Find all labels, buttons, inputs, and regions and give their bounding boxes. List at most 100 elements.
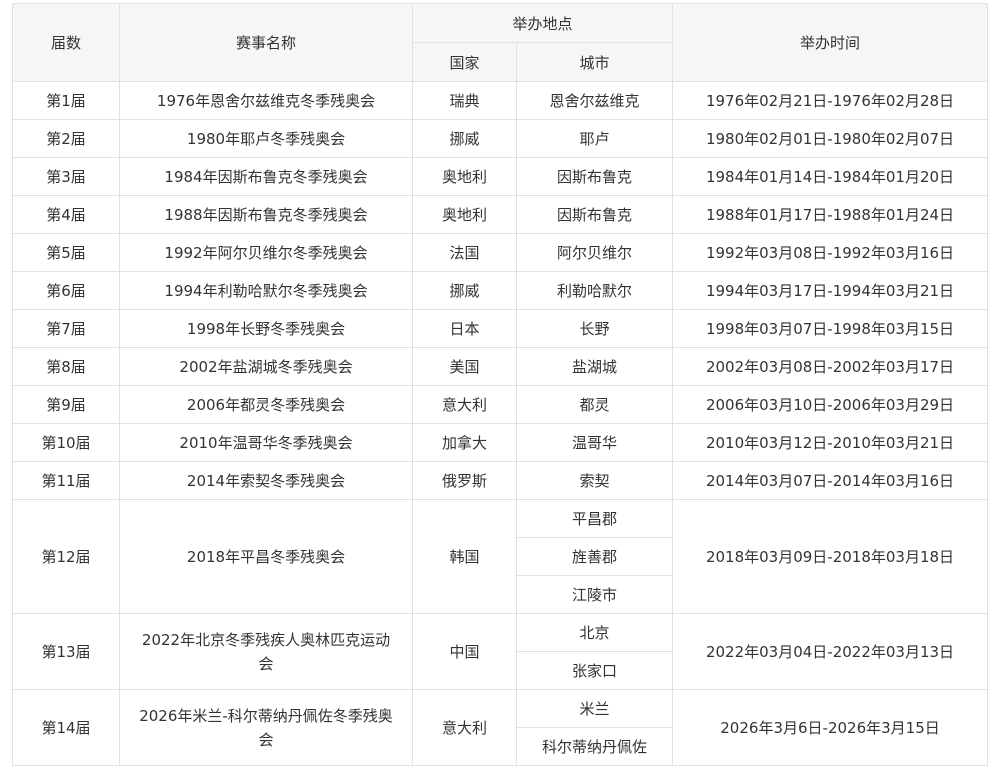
session-cell: 第14届 [12,689,120,766]
city-link[interactable]: 长野 [515,309,674,348]
session-cell: 第12届 [12,499,120,614]
time-cell: 1976年02月21日-1976年02月28日 [672,81,989,120]
city-link[interactable]: 因斯布鲁克 [515,195,674,234]
event-name-link[interactable]: 2022年北京冬季残疾人奥林匹克运动会 [119,613,413,690]
header-session: 届数 [12,3,120,82]
event-name-link[interactable]: 2014年索契冬季残奥会 [119,461,413,500]
event-name-link[interactable]: 1992年阿尔贝维尔冬季残奥会 [119,233,413,272]
table-row: 第10届 2010年温哥华冬季残奥会 加拿大 温哥华 2010年03月12日-2… [12,423,989,462]
event-name-link[interactable]: 1994年利勒哈默尔冬季残奥会 [119,271,413,310]
session-cell: 第2届 [12,119,120,158]
country-link[interactable]: 意大利 [412,689,517,766]
country-link[interactable]: 瑞典 [412,81,517,120]
event-name-link[interactable]: 2002年盐湖城冬季残奥会 [119,347,413,386]
session-cell: 第7届 [12,309,120,348]
country-link[interactable]: 法国 [412,233,517,272]
session-cell: 第13届 [12,613,120,690]
table-row: 第5届 1992年阿尔贝维尔冬季残奥会 法国 阿尔贝维尔 1992年03月08日… [12,233,989,272]
event-name-cell: 2026年米兰-科尔蒂纳丹佩佐冬季残奥会 [119,689,413,766]
city-link[interactable]: 科尔蒂纳丹佩佐 [515,727,674,766]
session-cell: 第6届 [12,271,120,310]
session-cell: 第10届 [12,423,120,462]
time-cell: 2022年03月04日-2022年03月13日 [672,613,989,690]
table-row: 第9届 2006年都灵冬季残奥会 意大利 都灵 2006年03月10日-2006… [12,385,989,424]
event-name-link[interactable]: 1988年因斯布鲁克冬季残奥会 [119,195,413,234]
country-link[interactable]: 挪威 [412,119,517,158]
session-cell: 第11届 [12,461,120,500]
event-name-line: 2022年北京冬季残疾人奥林匹克运动 [141,630,391,649]
table-row: 第8届 2002年盐湖城冬季残奥会 美国 盐湖城 2002年03月08日-200… [12,347,989,386]
country-link[interactable]: 加拿大 [412,423,517,462]
header-country: 国家 [412,42,517,82]
session-cell: 第3届 [12,157,120,196]
paralympics-table: 届数 赛事名称 举办地点 举办时间 国家 城市 第1届 1976年恩舍尔兹维克冬… [12,3,989,766]
event-name-line: 会 [258,654,274,673]
city-link[interactable]: 因斯布鲁克 [515,157,674,196]
country-link[interactable]: 日本 [412,309,517,348]
table-row: 第6届 1994年利勒哈默尔冬季残奥会 挪威 利勒哈默尔 1994年03月17日… [12,271,989,310]
city-link[interactable]: 盐湖城 [515,347,674,386]
country-link[interactable]: 奥地利 [412,157,517,196]
city-link[interactable]: 恩舍尔兹维克 [515,81,674,120]
city-link[interactable]: 利勒哈默尔 [515,271,674,310]
session-cell: 第4届 [12,195,120,234]
time-cell: 2026年3月6日-2026年3月15日 [672,689,989,766]
city-link[interactable]: 旌善郡 [515,537,674,576]
page: 届数 赛事名称 举办地点 举办时间 国家 城市 第1届 1976年恩舍尔兹维克冬… [0,0,1000,776]
time-cell: 2002年03月08日-2002年03月17日 [672,347,989,386]
event-name-link[interactable]: 1976年恩舍尔兹维克冬季残奥会 [119,81,413,120]
header-location: 举办地点 [411,3,674,43]
city-link[interactable]: 北京 [515,613,674,652]
session-cell: 第5届 [12,233,120,272]
time-cell: 1980年02月01日-1980年02月07日 [672,119,989,158]
header-name: 赛事名称 [119,3,413,82]
table-row: 第13届 2022年北京冬季残疾人奥林匹克运动会 中国 北京 2022年03月0… [12,613,989,690]
session-cell: 第1届 [12,81,120,120]
table-row: 第11届 2014年索契冬季残奥会 俄罗斯 索契 2014年03月07日-201… [12,461,989,500]
city-link[interactable]: 都灵 [515,385,674,424]
country-link[interactable]: 意大利 [412,385,517,424]
time-cell: 2014年03月07日-2014年03月16日 [672,461,989,500]
table-row: 第2届 1980年耶卢冬季残奥会 挪威 耶卢 1980年02月01日-1980年… [12,119,989,158]
event-name-link[interactable]: 2006年都灵冬季残奥会 [119,385,413,424]
table-row: 第12届 2018年平昌冬季残奥会 韩国 平昌郡 2018年03月09日-201… [12,499,989,614]
time-cell: 1994年03月17日-1994年03月21日 [672,271,989,310]
event-name-line: 2026年米兰-科尔蒂纳丹佩佐冬季残奥 [139,706,393,725]
event-name-link[interactable]: 1998年长野冬季残奥会 [119,309,413,348]
country-link[interactable]: 中国 [412,613,517,690]
header-time: 举办时间 [672,3,989,82]
table-row: 第14届 2026年米兰-科尔蒂纳丹佩佐冬季残奥会 意大利 米兰 2026年3月… [12,689,989,766]
city-link[interactable]: 温哥华 [515,423,674,462]
city-link[interactable]: 索契 [515,461,674,500]
table-row: 第7届 1998年长野冬季残奥会 日本 长野 1998年03月07日-1998年… [12,309,989,348]
table-row: 第1届 1976年恩舍尔兹维克冬季残奥会 瑞典 恩舍尔兹维克 1976年02月2… [12,81,989,120]
city-cell: 平昌郡 [515,499,674,538]
country-link[interactable]: 美国 [412,347,517,386]
time-cell: 1998年03月07日-1998年03月15日 [672,309,989,348]
event-name-line: 会 [258,730,274,749]
event-name-link[interactable]: 2018年平昌冬季残奥会 [119,499,413,614]
table-row: 第3届 1984年因斯布鲁克冬季残奥会 奥地利 因斯布鲁克 1984年01月14… [12,157,989,196]
country-link[interactable]: 俄罗斯 [412,461,517,500]
city-link[interactable]: 阿尔贝维尔 [515,233,674,272]
city-link[interactable]: 张家口 [515,651,674,690]
session-cell: 第8届 [12,347,120,386]
time-cell: 2010年03月12日-2010年03月21日 [672,423,989,462]
time-cell: 1988年01月17日-1988年01月24日 [672,195,989,234]
session-cell: 第9届 [12,385,120,424]
time-cell: 1984年01月14日-1984年01月20日 [672,157,989,196]
city-link[interactable]: 耶卢 [515,119,674,158]
city-link[interactable]: 江陵市 [515,575,674,614]
time-cell: 1992年03月08日-1992年03月16日 [672,233,989,272]
table-row: 第4届 1988年因斯布鲁克冬季残奥会 奥地利 因斯布鲁克 1988年01月17… [12,195,989,234]
header-city: 城市 [515,42,674,82]
event-name-link[interactable]: 1980年耶卢冬季残奥会 [119,119,413,158]
country-link[interactable]: 韩国 [412,499,517,614]
country-link[interactable]: 挪威 [412,271,517,310]
event-name-link[interactable]: 2010年温哥华冬季残奥会 [119,423,413,462]
city-link[interactable]: 米兰 [515,689,674,728]
time-cell: 2006年03月10日-2006年03月29日 [672,385,989,424]
time-cell: 2018年03月09日-2018年03月18日 [672,499,989,614]
event-name-link[interactable]: 1984年因斯布鲁克冬季残奥会 [119,157,413,196]
country-link[interactable]: 奥地利 [412,195,517,234]
